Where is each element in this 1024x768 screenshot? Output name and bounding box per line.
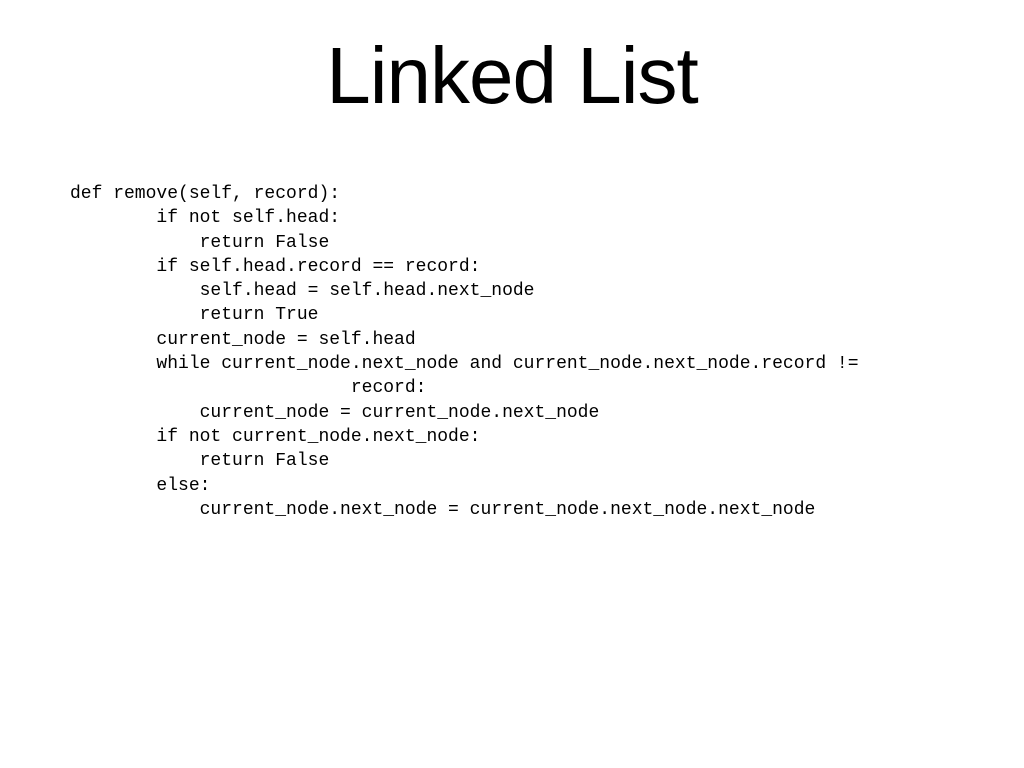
code-line: if not current_node.next_node: — [70, 427, 480, 447]
code-line: current_node = current_node.next_node — [70, 403, 599, 423]
code-line: current_node = self.head — [70, 330, 416, 350]
code-line: return False — [70, 233, 329, 253]
code-line: current_node.next_node = current_node.ne… — [70, 500, 815, 520]
code-line: def remove(self, record): — [70, 184, 340, 204]
code-line: if not self.head: — [70, 208, 340, 228]
code-line: return False — [70, 451, 329, 471]
code-line: else: — [70, 476, 210, 496]
code-line: record: — [70, 378, 426, 398]
slide-container: Linked List def remove(self, record): if… — [0, 0, 1024, 768]
code-line: return True — [70, 305, 318, 325]
slide-title: Linked List — [50, 30, 974, 122]
code-line: self.head = self.head.next_node — [70, 281, 534, 301]
code-line: if self.head.record == record: — [70, 257, 480, 277]
code-line: while current_node.next_node and current… — [70, 354, 859, 374]
code-block: def remove(self, record): if not self.he… — [50, 182, 974, 522]
